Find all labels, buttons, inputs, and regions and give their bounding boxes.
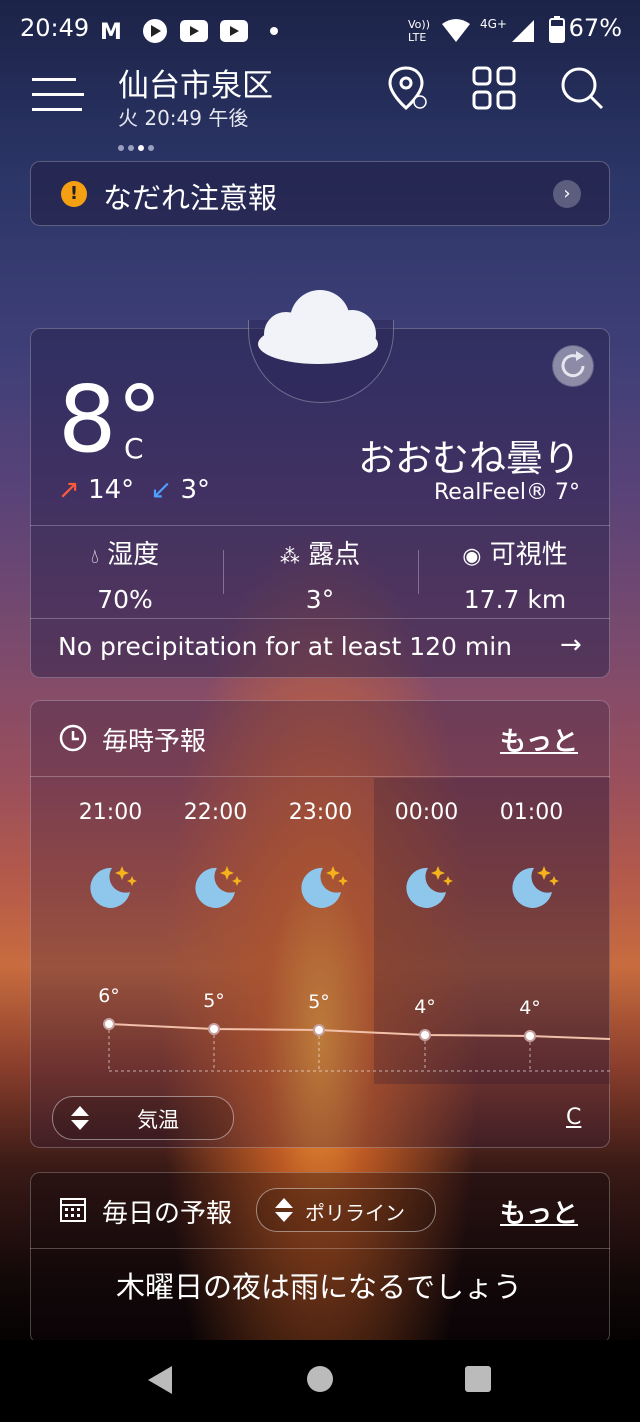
grid-icon[interactable] — [470, 64, 518, 112]
menu-icon[interactable] — [30, 72, 86, 118]
arrow-right-icon[interactable]: → — [560, 630, 582, 660]
temperature-label: 5° — [203, 990, 225, 1012]
humidity-icon: 💧︎ — [90, 544, 99, 568]
system-navigation-bar — [0, 1340, 640, 1422]
moon-stars-icon — [406, 866, 453, 908]
humidity-stat: 💧︎ 湿度 70% — [30, 534, 220, 614]
daily-more-link[interactable]: もっと — [500, 1193, 578, 1230]
svg-text:LTE: LTE — [408, 31, 426, 44]
cloud-icon — [258, 290, 378, 364]
dewpoint-value: 3° — [305, 585, 335, 614]
visibility-label: 可視性 — [489, 540, 568, 570]
moon-stars-icon — [512, 866, 559, 908]
status-bar: 20:49 M Vo)) LTE 4G+ 67% — [0, 0, 640, 60]
arrow-up-icon: ↗ — [58, 475, 80, 505]
home-icon[interactable] — [306, 1365, 334, 1393]
hour-time: 22:00 — [183, 800, 248, 825]
location-page-indicator — [118, 136, 158, 155]
hour-time: 23:00 — [288, 800, 353, 825]
local-datetime: 火 20:49 午後 — [118, 106, 249, 130]
divider — [30, 618, 610, 619]
temperature-point — [208, 1023, 220, 1035]
temperature-label: 4° — [414, 996, 436, 1018]
metric-toggle-label: 気温 — [137, 1108, 179, 1132]
dewpoint-stat: ⁂ 露点 3° — [225, 534, 415, 614]
low-temp: 3° — [180, 475, 211, 505]
metric-toggle-button[interactable]: 気温 — [52, 1096, 234, 1140]
visibility-stat: ◉ 可視性 17.7 km — [420, 534, 610, 614]
notification-icons: M — [100, 19, 278, 44]
divider — [30, 1248, 610, 1249]
high-low: ↗ 14° ↙ 3° — [58, 475, 210, 505]
daily-view-toggle-label: ポリライン — [305, 1201, 405, 1225]
clock-icon — [59, 724, 87, 752]
current-temperature: 8° — [58, 366, 163, 473]
condition-text: おおむね曇り — [358, 437, 580, 480]
svg-text:M: M — [100, 20, 122, 44]
volte-label: Vo)) — [408, 18, 430, 31]
hour-time: 01:00 — [499, 800, 564, 825]
divider — [418, 550, 419, 594]
temperature-point — [103, 1018, 115, 1030]
divider — [30, 525, 610, 526]
weather-alert-banner[interactable]: ! なだれ注意報 › — [30, 161, 610, 226]
temperature-label: 6° — [98, 985, 120, 1007]
hourly-title: 毎時予報 — [102, 727, 207, 757]
warning-icon: ! — [61, 181, 87, 207]
location-name[interactable]: 仙台市泉区 — [118, 60, 273, 105]
signal-icons: Vo)) LTE 4G+ — [408, 17, 534, 44]
realfeel: RealFeel® 7° — [433, 480, 580, 505]
hourly-more-link[interactable]: もっと — [500, 721, 578, 758]
temperature-point — [313, 1024, 325, 1036]
eye-icon: ◉ — [462, 544, 482, 569]
recents-icon[interactable] — [464, 1365, 492, 1393]
temperature-unit: C — [124, 432, 144, 465]
sort-arrows-icon — [275, 1198, 293, 1222]
divider — [30, 776, 610, 777]
search-icon[interactable] — [558, 64, 606, 112]
temperature-point — [419, 1029, 431, 1041]
moon-stars-icon — [195, 866, 242, 908]
divider — [223, 550, 224, 594]
location-pin-icon[interactable] — [382, 64, 430, 112]
daily-headline: 木曜日の夜は雨になるでしょう — [115, 1270, 522, 1304]
precipitation-outlook[interactable]: No precipitation for at least 120 min — [58, 632, 512, 661]
daily-view-toggle-button[interactable]: ポリライン — [256, 1188, 436, 1232]
hour-time: 21:00 — [78, 800, 143, 825]
temperature-point — [524, 1030, 536, 1042]
temperature-label: 5° — [308, 991, 330, 1013]
arrow-down-icon: ↙ — [150, 475, 173, 505]
high-temp: 14° — [88, 475, 135, 505]
temperature-label: 4° — [519, 997, 541, 1019]
status-time: 20:49 — [20, 14, 90, 42]
chevron-right-icon: › — [553, 180, 581, 208]
visibility-value: 17.7 km — [463, 585, 567, 614]
moon-stars-icon — [90, 866, 137, 908]
alert-text: なだれ注意報 — [103, 181, 278, 215]
dewpoint-icon: ⁂ — [279, 544, 300, 568]
hour-time: 00:00 — [394, 800, 459, 825]
hourly-temperature-chart: 6° 5° 5° 4° 4° — [98, 985, 610, 1072]
unit-link[interactable]: C — [566, 1105, 581, 1130]
battery-icon — [549, 16, 565, 43]
humidity-label: 湿度 — [107, 540, 160, 570]
dewpoint-label: 露点 — [308, 540, 361, 570]
moon-stars-icon — [301, 866, 348, 908]
daily-title: 毎日の予報 — [102, 1199, 233, 1229]
svg-text:4G+: 4G+ — [480, 17, 507, 31]
calendar-icon — [60, 1198, 86, 1222]
refresh-icon[interactable] — [552, 345, 594, 387]
sort-arrows-icon — [71, 1106, 89, 1130]
humidity-value: 70% — [97, 585, 153, 614]
battery-percent: 67% — [568, 14, 622, 42]
back-icon[interactable] — [146, 1364, 176, 1396]
